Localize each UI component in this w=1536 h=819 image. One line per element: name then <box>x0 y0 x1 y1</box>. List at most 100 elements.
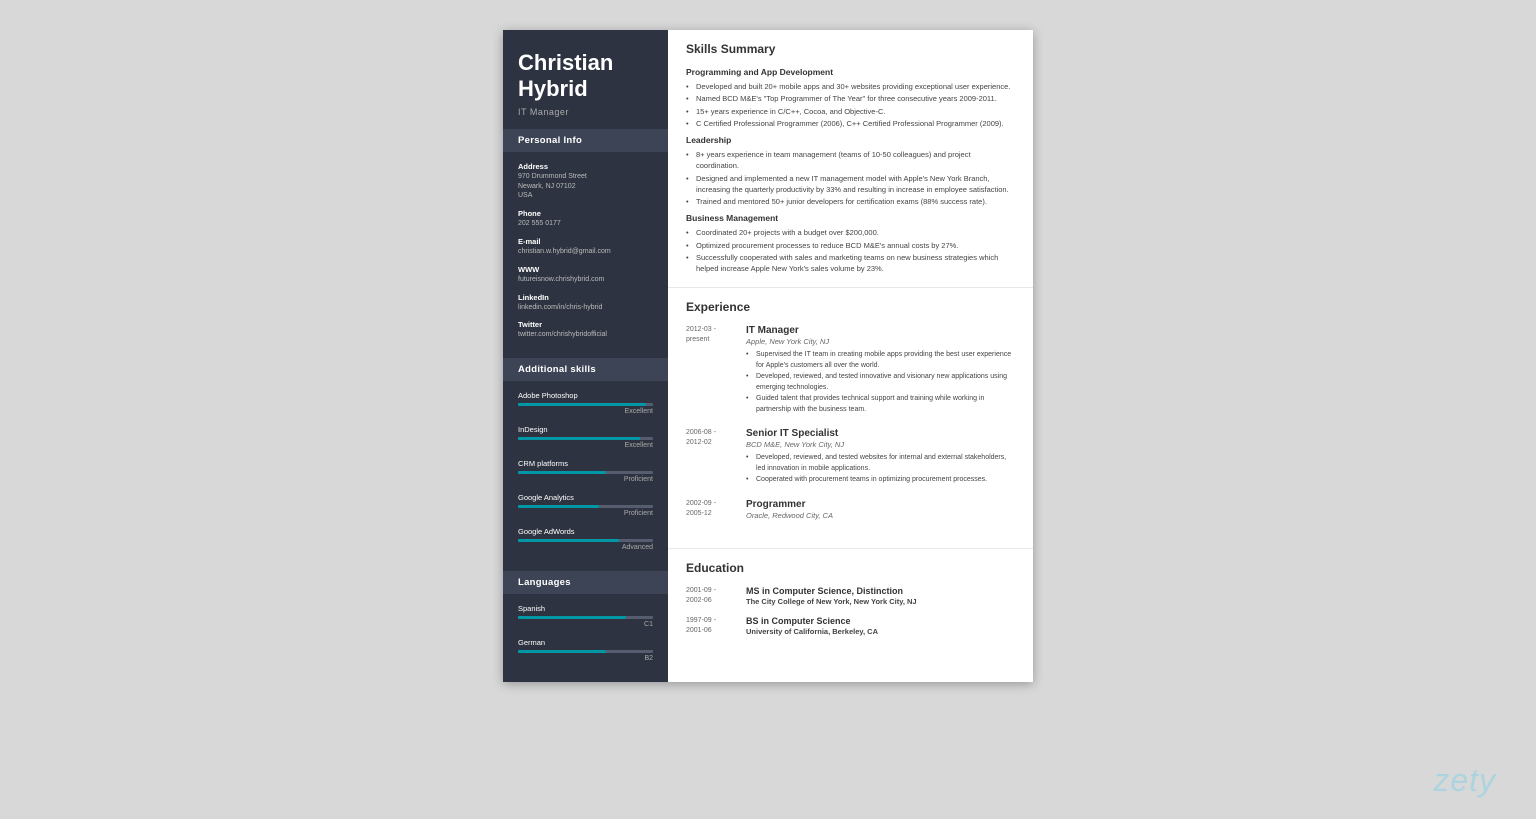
phone-item: Phone 202 555 0177 <box>518 209 653 229</box>
skill-name: InDesign <box>518 425 653 434</box>
skill-item: InDesign Excellent <box>518 425 653 449</box>
skill-bar-fill <box>518 437 640 440</box>
exp-job-title: Programmer <box>746 499 1015 510</box>
exp-details: Senior IT Specialist BCD M&E, New York C… <box>746 428 1015 487</box>
skill-name: Adobe Photoshop <box>518 391 653 400</box>
twitter-label: Twitter <box>518 320 653 329</box>
language-item: Spanish C1 <box>518 604 653 628</box>
skill-bar-fill <box>518 539 619 542</box>
linkedin-label: LinkedIn <box>518 293 653 302</box>
business-bullets: Coordinated 20+ projects with a budget o… <box>686 227 1015 274</box>
education-item: 2001-09 -2002-06 MS in Computer Science,… <box>686 586 1015 606</box>
sidebar: Christian Hybrid IT Manager Personal Inf… <box>503 30 668 682</box>
experience-section: Experience 2012-03 -present IT Manager A… <box>668 288 1033 549</box>
skill-item: CRM platforms Proficient <box>518 459 653 483</box>
bullet-item: 8+ years experience in team management (… <box>686 149 1015 172</box>
lang-bar-bg <box>518 650 653 653</box>
exp-bullet: Developed, reviewed, and tested innovati… <box>746 372 1015 393</box>
additional-skills-title: Additional skills <box>503 358 668 381</box>
skill-item: Adobe Photoshop Excellent <box>518 391 653 415</box>
exp-job-title: Senior IT Specialist <box>746 428 1015 439</box>
skill-bar-bg <box>518 539 653 542</box>
lang-level: C1 <box>518 621 653 628</box>
twitter-value: twitter.com/chrishybridofficial <box>518 330 653 340</box>
language-item: German B2 <box>518 638 653 662</box>
exp-bullet: Cooperated with procurement teams in opt… <box>746 475 1015 486</box>
edu-dates: 2001-09 -2002-06 <box>686 586 746 606</box>
personal-info-title: Personal Info <box>503 129 668 152</box>
address-label: Address <box>518 162 653 171</box>
lang-bar-bg <box>518 616 653 619</box>
exp-dates: 2002-09 -2005-12 <box>686 499 746 524</box>
skill-name: Google Analytics <box>518 493 653 502</box>
skill-level: Proficient <box>518 510 653 517</box>
exp-job-title: IT Manager <box>746 325 1015 336</box>
linkedin-value: linkedin.com/in/chris-hybrid <box>518 303 653 313</box>
edu-school: University of California, Berkeley, CA <box>746 627 1015 636</box>
exp-bullet: Developed, reviewed, and tested websites… <box>746 453 1015 474</box>
phone-label: Phone <box>518 209 653 218</box>
address-line1: 970 Drummond Street <box>518 172 653 182</box>
www-label: WWW <box>518 265 653 274</box>
job-title: IT Manager <box>518 107 653 117</box>
edu-degree: MS in Computer Science, Distinction <box>746 586 1015 596</box>
skill-level: Excellent <box>518 408 653 415</box>
exp-dates: 2006-08 -2012-02 <box>686 428 746 487</box>
skill-name: CRM platforms <box>518 459 653 468</box>
address-line3: USA <box>518 191 653 201</box>
skill-bar-bg <box>518 471 653 474</box>
email-item: E-mail christian.w.hybrid@gmail.com <box>518 237 653 257</box>
experience-title: Experience <box>686 300 1015 317</box>
lang-name: Spanish <box>518 604 653 613</box>
skill-bar-bg <box>518 403 653 406</box>
exp-company: BCD M&E, New York City, NJ <box>746 440 1015 449</box>
leadership-title: Leadership <box>686 135 1015 145</box>
lang-bar-fill <box>518 616 626 619</box>
languages-section: Spanish C1 German B2 <box>503 594 668 682</box>
exp-dates: 2012-03 -present <box>686 325 746 416</box>
skill-bar-fill <box>518 403 646 406</box>
last-name: Hybrid <box>518 76 653 102</box>
education-item: 1997-09 -2001-06 BS in Computer Science … <box>686 616 1015 636</box>
exp-bullet: Guided talent that provides technical su… <box>746 394 1015 415</box>
exp-bullet: Supervised the IT team in creating mobil… <box>746 350 1015 371</box>
exp-details: Programmer Oracle, Redwood City, CA <box>746 499 1015 524</box>
bullet-item: Named BCD M&E's "Top Programmer of The Y… <box>686 93 1015 104</box>
skill-bar-bg <box>518 505 653 508</box>
education-section: Education 2001-09 -2002-06 MS in Compute… <box>668 549 1033 658</box>
skill-bar-fill <box>518 505 599 508</box>
languages-title: Languages <box>503 571 668 594</box>
bullet-item: Optimized procurement processes to reduc… <box>686 240 1015 251</box>
bullet-item: Successfully cooperated with sales and m… <box>686 252 1015 275</box>
bullet-item: Trained and mentored 50+ junior develope… <box>686 196 1015 207</box>
personal-info-section: Address 970 Drummond Street Newark, NJ 0… <box>503 152 668 358</box>
skill-bar-bg <box>518 437 653 440</box>
business-title: Business Management <box>686 213 1015 223</box>
resume-container: Christian Hybrid IT Manager Personal Inf… <box>503 30 1033 682</box>
address-item: Address 970 Drummond Street Newark, NJ 0… <box>518 162 653 201</box>
edu-dates: 1997-09 -2001-06 <box>686 616 746 636</box>
exp-company: Apple, New York City, NJ <box>746 337 1015 346</box>
watermark: zety <box>1433 762 1496 799</box>
bullet-item: Developed and built 20+ mobile apps and … <box>686 81 1015 92</box>
education-title: Education <box>686 561 1015 578</box>
first-name: Christian <box>518 50 653 76</box>
experience-item: 2012-03 -present IT Manager Apple, New Y… <box>686 325 1015 416</box>
edu-details: BS in Computer Science University of Cal… <box>746 616 1015 636</box>
phone-value: 202 555 0177 <box>518 219 653 229</box>
programming-title: Programming and App Development <box>686 67 1015 77</box>
bullet-item: Designed and implemented a new IT manage… <box>686 173 1015 196</box>
edu-degree: BS in Computer Science <box>746 616 1015 626</box>
bullet-item: Coordinated 20+ projects with a budget o… <box>686 227 1015 238</box>
education-items: 2001-09 -2002-06 MS in Computer Science,… <box>686 586 1015 636</box>
sidebar-header: Christian Hybrid IT Manager <box>503 30 668 129</box>
lang-name: German <box>518 638 653 647</box>
skill-level: Proficient <box>518 476 653 483</box>
lang-level: B2 <box>518 655 653 662</box>
skill-bar-fill <box>518 471 606 474</box>
bullet-item: C Certified Professional Programmer (200… <box>686 118 1015 129</box>
skill-level: Advanced <box>518 544 653 551</box>
skills-section: Adobe Photoshop Excellent InDesign Excel… <box>503 381 668 571</box>
email-label: E-mail <box>518 237 653 246</box>
skill-item: Google Analytics Proficient <box>518 493 653 517</box>
